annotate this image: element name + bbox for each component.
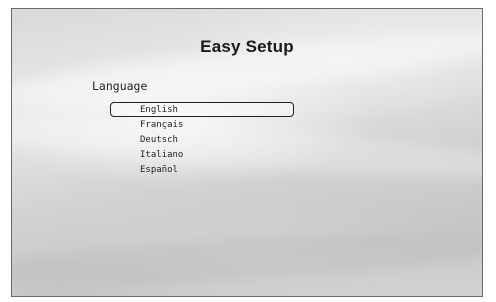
language-option-espanol[interactable]: Español xyxy=(110,162,294,177)
language-option-francais[interactable]: Français xyxy=(110,117,294,132)
language-option-deutsch[interactable]: Deutsch xyxy=(110,132,294,147)
language-option-english[interactable]: English xyxy=(110,102,294,117)
page-title: Easy Setup xyxy=(200,37,294,56)
setup-screen: Easy Setup Language English Français Deu… xyxy=(11,8,483,297)
language-list: English Français Deutsch Italiano Españo… xyxy=(110,102,294,177)
language-option-italiano[interactable]: Italiano xyxy=(110,147,294,162)
background-swoosh xyxy=(12,224,482,294)
language-label: Language xyxy=(92,79,148,93)
